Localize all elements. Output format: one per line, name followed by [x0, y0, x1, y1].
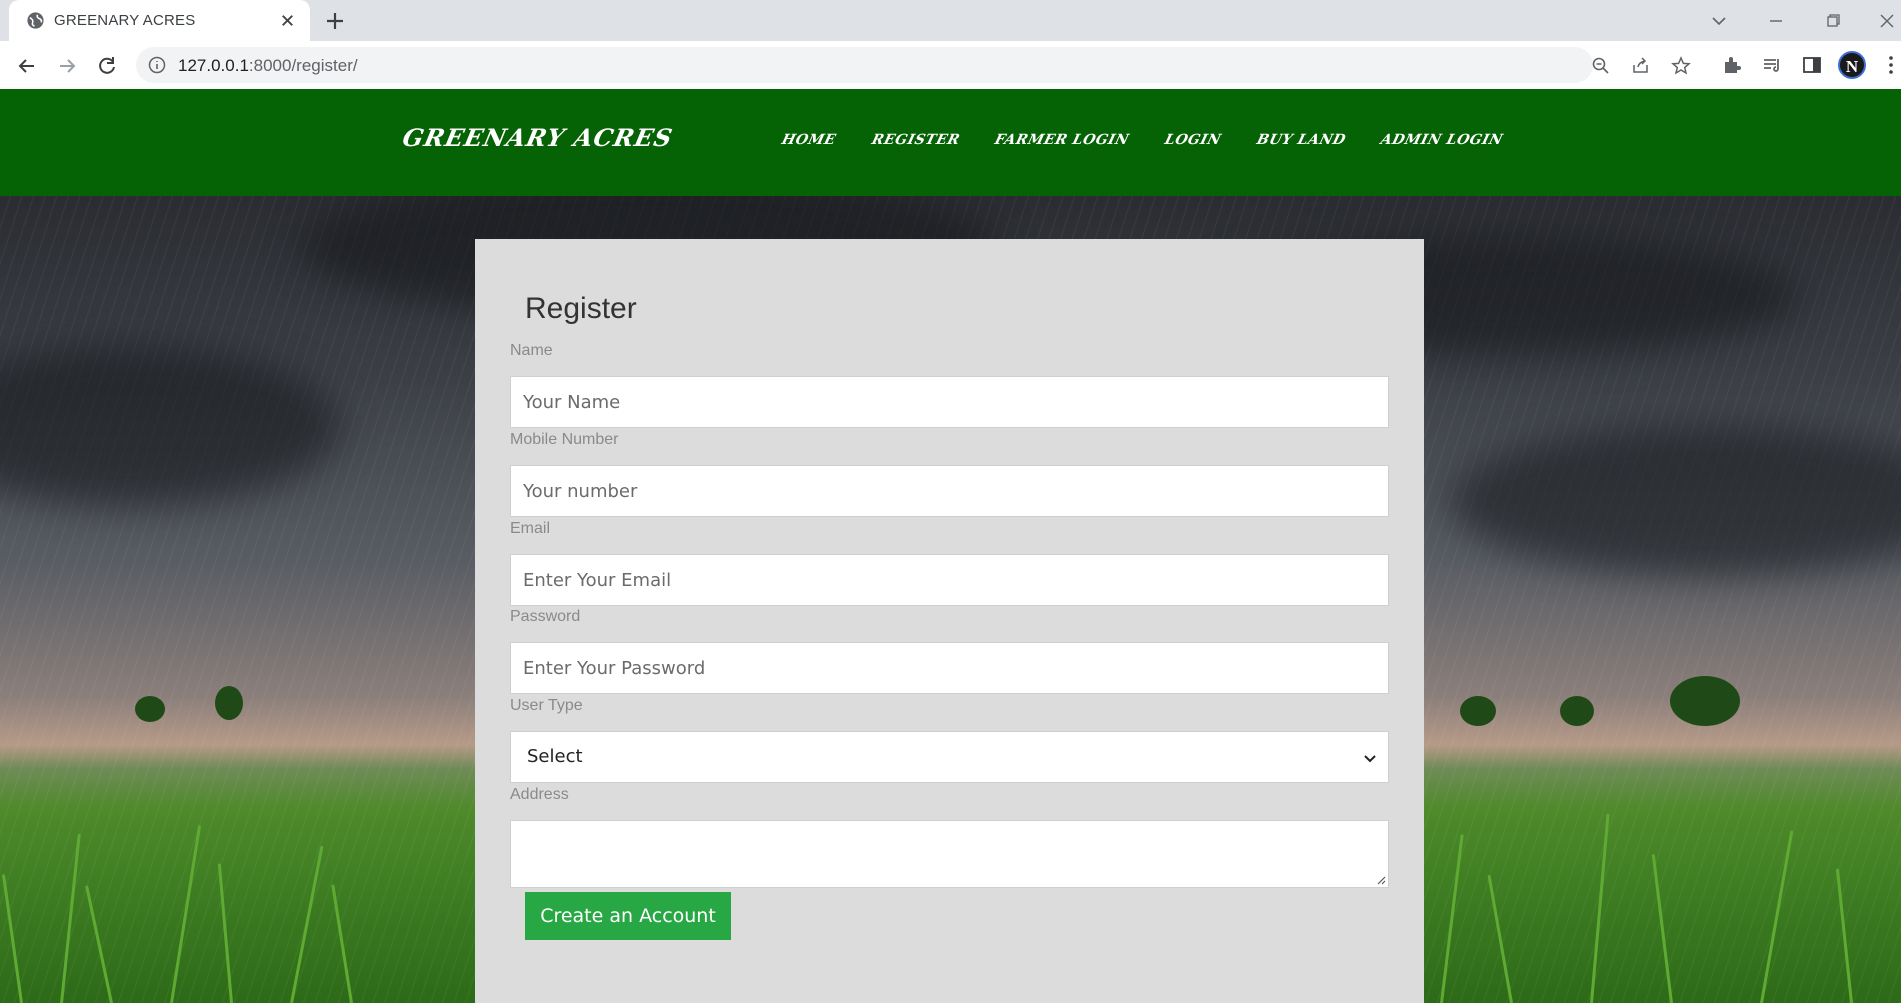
share-icon[interactable]: [1631, 56, 1651, 76]
register-form-card: Register Name Mobile Number Email Passwo…: [475, 239, 1424, 1003]
zoom-icon[interactable]: [1591, 56, 1611, 76]
password-input[interactable]: [510, 642, 1389, 694]
grass-blade: [217, 863, 233, 1003]
grass-blade: [290, 845, 324, 1003]
tree: [1670, 676, 1740, 726]
mobile-label: Mobile Number: [510, 431, 619, 448]
url-path: :8000/register/: [248, 56, 358, 75]
grass-blade: [1, 874, 23, 1003]
site-info-icon[interactable]: [148, 56, 166, 74]
storm-cloud: [0, 346, 340, 506]
tree: [135, 696, 165, 722]
tree: [215, 686, 243, 720]
extensions-puzzle-icon[interactable]: [1721, 54, 1743, 76]
browser-toolbar: 127.0.0.1:8000/register/ N: [0, 41, 1901, 89]
resize-grip-icon[interactable]: [1374, 873, 1386, 885]
reload-icon[interactable]: [94, 53, 120, 79]
minimize-icon[interactable]: [1763, 8, 1789, 34]
profile-avatar[interactable]: N: [1838, 51, 1866, 79]
name-label: Name: [510, 342, 553, 359]
address-textarea[interactable]: [510, 820, 1389, 888]
address-bar[interactable]: 127.0.0.1:8000/register/: [136, 47, 1691, 83]
email-input[interactable]: [510, 554, 1389, 606]
forward-arrow-icon[interactable]: [54, 53, 80, 79]
user-type-selected-value: Select: [527, 746, 583, 767]
nav-register[interactable]: REGISTER: [870, 132, 962, 148]
globe-icon: [27, 12, 44, 29]
grass-blade: [331, 884, 353, 1003]
create-account-button[interactable]: Create an Account: [525, 892, 731, 940]
url-text: 127.0.0.1:8000/register/: [178, 56, 358, 76]
grass-blade: [1760, 830, 1794, 1003]
grass-blade: [1440, 834, 1464, 1003]
nav-admin-login[interactable]: ADMIN LOGIN: [1379, 132, 1505, 148]
url-host: 127.0.0.1: [178, 56, 249, 75]
close-tab-icon[interactable]: [278, 11, 297, 30]
tree: [1460, 696, 1496, 726]
close-window-icon[interactable]: [1874, 8, 1900, 34]
grass-blade: [1487, 874, 1513, 1003]
new-tab-icon[interactable]: [324, 10, 346, 32]
tab-title: GREENARY ACRES: [54, 12, 196, 29]
nav-farmer-login[interactable]: FARMER LOGIN: [993, 132, 1131, 148]
more-menu-icon[interactable]: [1880, 54, 1901, 76]
user-type-select[interactable]: Select: [510, 731, 1389, 783]
bookmark-star-icon[interactable]: [1671, 56, 1691, 76]
browser-tab[interactable]: GREENARY ACRES: [9, 0, 310, 41]
user-type-label: User Type: [510, 697, 583, 714]
nav-home[interactable]: HOME: [780, 132, 838, 148]
email-label: Email: [510, 520, 551, 537]
main-nav: HOME REGISTER FARMER LOGIN LOGIN BUY LAN…: [780, 132, 1539, 148]
mobile-input[interactable]: [510, 465, 1389, 517]
reading-list-icon[interactable]: [1761, 54, 1783, 76]
name-input[interactable]: [510, 376, 1389, 428]
grass-blade: [1590, 813, 1610, 1003]
grass-blade: [1835, 868, 1853, 1003]
grass-blade: [85, 885, 113, 1003]
tree: [1560, 696, 1594, 726]
chevron-down-icon: [1364, 755, 1376, 763]
back-arrow-icon[interactable]: [14, 53, 40, 79]
side-panel-icon[interactable]: [1801, 54, 1823, 76]
restore-icon[interactable]: [1820, 8, 1846, 34]
nav-login[interactable]: LOGIN: [1163, 132, 1223, 148]
tab-search-chevron-icon[interactable]: [1706, 8, 1732, 34]
site-navbar: GREENARY ACRES HOME REGISTER FARMER LOGI…: [0, 89, 1901, 196]
storm-cloud: [1450, 426, 1901, 576]
site-brand-logo[interactable]: GREENARY ACRES: [400, 123, 676, 152]
address-label: Address: [510, 786, 569, 803]
grass-blade: [60, 833, 81, 1003]
nav-buy-land[interactable]: BUY LAND: [1255, 132, 1348, 148]
password-label: Password: [510, 608, 581, 625]
grass-blade: [170, 824, 202, 1003]
grass-blade: [1651, 853, 1673, 1003]
browser-tabstrip: GREENARY ACRES: [0, 0, 1901, 41]
form-title: Register: [525, 292, 637, 325]
page-viewport: GREENARY ACRES HOME REGISTER FARMER LOGI…: [0, 89, 1901, 1003]
